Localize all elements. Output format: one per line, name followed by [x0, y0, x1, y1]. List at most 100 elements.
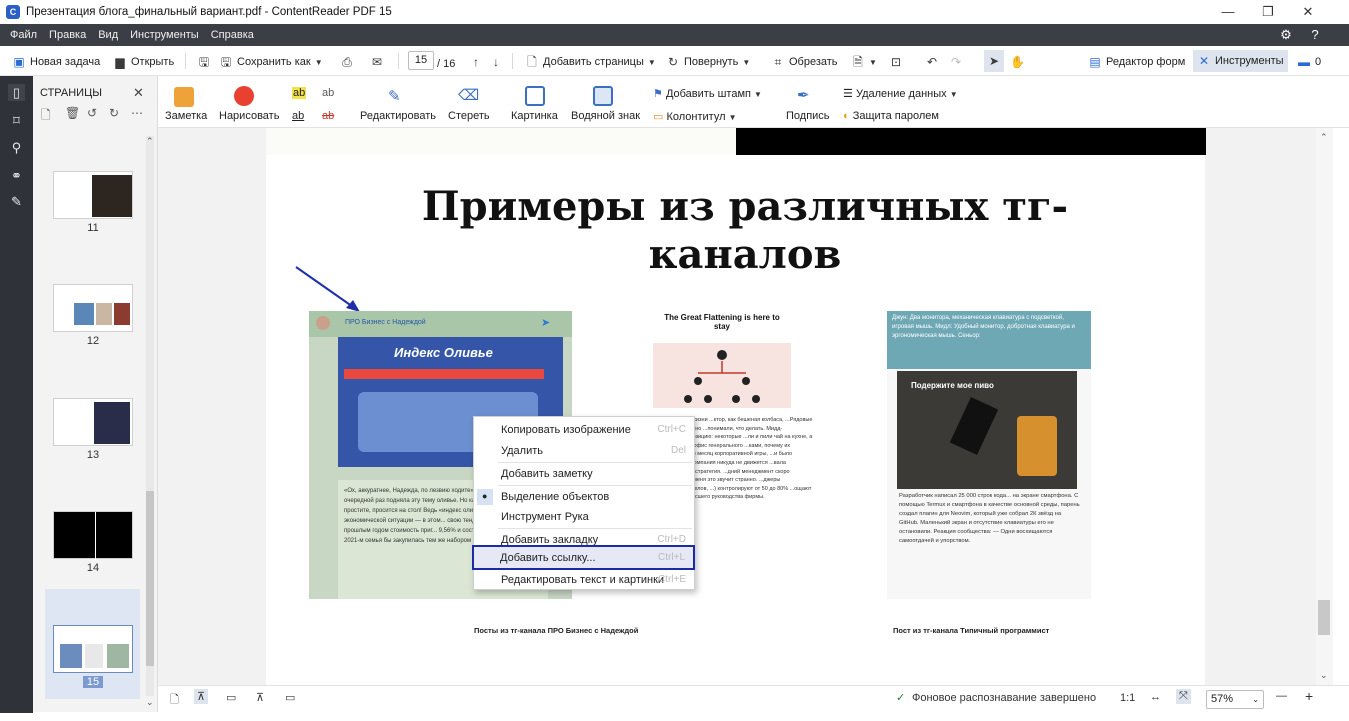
- draw-button[interactable]: Нарисовать: [219, 110, 279, 122]
- scroll-up-icon[interactable]: ⌃: [1320, 132, 1328, 143]
- radio-checked-icon: ●: [482, 491, 488, 501]
- signature-rail-icon[interactable]: ✎: [8, 193, 25, 210]
- help-icon[interactable]: ?: [1306, 26, 1324, 44]
- menu-item-copy-image[interactable]: Копировать изображение Ctrl+C: [474, 420, 694, 440]
- chevron-down-icon: ▼: [728, 113, 737, 122]
- menu-item-hand-tool[interactable]: Инструмент Рука: [474, 507, 694, 527]
- menu-bar: Файл Правка Вид Инструменты Справка: [0, 24, 1349, 46]
- rotate-left-icon[interactable]: ↺: [87, 106, 97, 120]
- two-page-icon[interactable]: ▭: [226, 691, 236, 704]
- page-thumbnail-selected[interactable]: [53, 625, 133, 673]
- menu-item-edit-text-images[interactable]: Редактировать текст и картинки Ctrl+E: [473, 570, 695, 590]
- pages-rail-icon[interactable]: ▯: [8, 84, 25, 101]
- menu-view[interactable]: Вид: [92, 29, 124, 41]
- new-task-button[interactable]: ▣ Новая задача: [12, 53, 100, 71]
- maximize-button[interactable]: ❐: [1253, 2, 1283, 22]
- menu-item-add-link[interactable]: Добавить ссылку... Ctrl+L: [472, 545, 695, 570]
- chevron-down-icon: ▼: [314, 57, 323, 67]
- password-button[interactable]: ◐ Защита паролем: [843, 110, 939, 122]
- next-page-button[interactable]: ↓: [489, 53, 503, 71]
- prev-page-button[interactable]: ↑: [469, 53, 483, 71]
- zoom-select[interactable]: 57% ⌄: [1206, 690, 1264, 709]
- menu-help[interactable]: Справка: [205, 29, 260, 41]
- save-button[interactable]: 🖫: [197, 53, 211, 71]
- watermark-button[interactable]: Водяной знак: [571, 110, 640, 122]
- picture-button[interactable]: Картинка: [511, 110, 558, 122]
- article-title: The Great Flattening is here to stay: [664, 313, 780, 331]
- redo-button[interactable]: ↷: [949, 53, 963, 71]
- add-stamp-button[interactable]: ⚑ Добавить штамп ▼: [653, 87, 762, 100]
- strikethrough-button[interactable]: ab: [322, 110, 334, 122]
- actual-size-button[interactable]: 1:1: [1120, 692, 1135, 704]
- edit-button[interactable]: Редактировать: [360, 110, 436, 122]
- page-number-input[interactable]: 15: [408, 51, 434, 70]
- panel-scroll-down-icon[interactable]: ⌄: [146, 697, 154, 708]
- page-tools-button[interactable]: 🗎 ▼: [851, 53, 877, 71]
- fit-page-icon[interactable]: ⤧: [1176, 689, 1191, 704]
- rotate-button[interactable]: ↻ Повернуть ▼: [666, 53, 750, 71]
- erase-button[interactable]: Стереть: [448, 110, 490, 122]
- signature-button[interactable]: Подпись: [786, 110, 830, 122]
- pages-scrollbar-thumb[interactable]: [146, 491, 154, 666]
- stamp-icon: ⚑: [653, 88, 663, 100]
- text-markup-button[interactable]: ab: [322, 87, 334, 99]
- page-thumbnail[interactable]: [53, 511, 133, 560]
- print-button[interactable]: ⎙: [340, 53, 354, 71]
- caption-business: Посты из тг-канала ПРО Бизнес с Надеждой: [474, 626, 639, 635]
- menu-edit[interactable]: Правка: [43, 29, 92, 41]
- single-page-icon[interactable]: 🗋: [170, 691, 179, 710]
- email-button[interactable]: ✉: [370, 53, 384, 71]
- save-as-button[interactable]: 🖫 Сохранить как ▼: [219, 53, 323, 71]
- tools-button[interactable]: ✕ Инструменты: [1193, 50, 1288, 72]
- bookmark-icon[interactable]: ⌑: [8, 112, 25, 129]
- menu-tools[interactable]: Инструменты: [124, 29, 205, 41]
- close-window-button[interactable]: ✕: [1293, 2, 1323, 22]
- delete-page-icon[interactable]: 🗑: [65, 106, 80, 120]
- presentation-icon[interactable]: ▭: [285, 691, 295, 704]
- insert-page-icon[interactable]: 🗋: [41, 106, 51, 127]
- menu-file[interactable]: Файл: [4, 29, 43, 41]
- page-thumbnail[interactable]: [53, 398, 133, 446]
- minimize-button[interactable]: —: [1213, 2, 1243, 22]
- compare-button[interactable]: ⊡: [889, 53, 903, 71]
- underline-button[interactable]: ab: [292, 110, 304, 122]
- window-bottom-edge: [0, 713, 1349, 721]
- attachment-icon[interactable]: ⚭: [8, 167, 25, 184]
- menu-item-delete[interactable]: Удалить Del: [474, 441, 694, 461]
- continuous-scroll-icon[interactable]: ⊼: [194, 689, 209, 704]
- zoom-out-button[interactable]: —: [1276, 690, 1287, 702]
- remove-data-button[interactable]: ☰ Удаление данных ▼: [843, 87, 958, 100]
- chevron-down-icon: ⌄: [1252, 695, 1259, 704]
- search-icon[interactable]: ⚲: [8, 139, 25, 156]
- rotate-right-icon[interactable]: ↻: [109, 106, 119, 120]
- undo-button[interactable]: ↶: [925, 53, 939, 71]
- form-editor-button[interactable]: ▤ Редактор форм: [1088, 53, 1185, 71]
- open-button[interactable]: ▆ Открыть: [113, 53, 174, 71]
- header-footer-icon: ▭: [653, 111, 664, 123]
- two-page-scroll-icon[interactable]: ⊼: [256, 691, 264, 704]
- page-thumbnail[interactable]: [53, 171, 133, 219]
- fit-width-icon[interactable]: ↔: [1150, 691, 1161, 703]
- note-button[interactable]: Заметка: [165, 110, 207, 122]
- thumbnail-label: 11: [87, 222, 99, 234]
- menu-item-object-selection[interactable]: ● Выделение объектов: [474, 487, 694, 507]
- chevron-down-icon: ▼: [949, 90, 958, 99]
- panel-scroll-up-icon[interactable]: ⌃: [146, 136, 154, 147]
- add-pages-button[interactable]: 🗋 Добавить страницы ▼: [525, 53, 656, 71]
- page-thumbnail[interactable]: [53, 284, 133, 332]
- document-scrollbar-thumb[interactable]: [1318, 600, 1330, 635]
- crop-button[interactable]: ⌗ Обрезать: [771, 53, 838, 71]
- header-footer-label: Колонтитул: [666, 111, 726, 123]
- select-tool-button[interactable]: ➤: [984, 50, 1004, 72]
- menu-item-add-note[interactable]: Добавить заметку: [474, 464, 694, 484]
- more-icon[interactable]: ⋯: [131, 106, 143, 120]
- toolbar-divider: [512, 53, 513, 69]
- hand-tool-button[interactable]: ✋: [1010, 53, 1025, 71]
- comments-button[interactable]: ▬ 0: [1297, 53, 1321, 71]
- gear-icon[interactable]: ⚙: [1277, 26, 1295, 44]
- close-icon[interactable]: ✕: [133, 85, 144, 101]
- scroll-down-icon[interactable]: ⌄: [1320, 670, 1328, 681]
- highlight-text-button[interactable]: ab: [292, 87, 307, 99]
- zoom-in-button[interactable]: +: [1305, 688, 1313, 704]
- header-footer-button[interactable]: ▭ Колонтитул ▼: [653, 110, 737, 123]
